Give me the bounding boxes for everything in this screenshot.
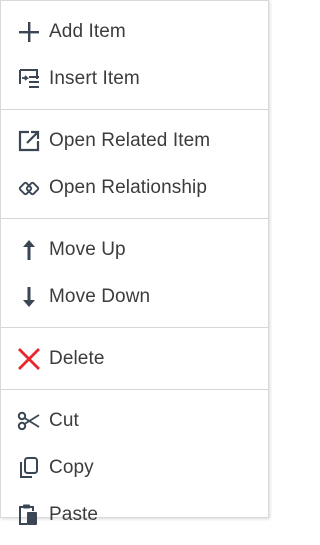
insert-item-label: Insert Item xyxy=(49,67,140,89)
open-relationship-menu-item[interactable]: Open Relationship xyxy=(1,164,268,211)
delete-menu-item[interactable]: Delete xyxy=(1,335,268,382)
add-item-label: Add Item xyxy=(49,20,126,42)
menu-group-delete: Delete xyxy=(1,328,268,390)
move-up-menu-item[interactable]: Move Up xyxy=(1,226,268,273)
open-relationship-label: Open Relationship xyxy=(49,176,208,198)
menu-group-clipboard: Cut Copy Paste xyxy=(1,390,268,545)
move-down-label: Move Down xyxy=(49,285,151,307)
paste-label: Paste xyxy=(49,503,99,525)
insert-item-menu-item[interactable]: Insert Item xyxy=(1,55,268,102)
open-related-item-menu-item[interactable]: Open Related Item xyxy=(1,117,268,164)
copy-icon xyxy=(17,456,41,480)
cut-menu-item[interactable]: Cut xyxy=(1,397,268,444)
arrow-up-icon xyxy=(17,238,41,262)
add-item-menu-item[interactable]: Add Item xyxy=(1,8,268,55)
scissors-icon xyxy=(17,409,41,433)
copy-menu-item[interactable]: Copy xyxy=(1,444,268,491)
paste-menu-item[interactable]: Paste xyxy=(1,491,268,538)
open-external-icon xyxy=(17,129,41,153)
menu-group-move: Move Up Move Down xyxy=(1,219,268,328)
move-up-label: Move Up xyxy=(49,238,126,260)
move-down-menu-item[interactable]: Move Down xyxy=(1,273,268,320)
red-x-icon xyxy=(17,347,41,371)
copy-label: Copy xyxy=(49,456,94,478)
delete-label: Delete xyxy=(49,347,105,369)
context-menu: Add Item Insert Item Open Related Item O… xyxy=(0,0,269,525)
arrow-down-icon xyxy=(17,285,41,309)
link-rings-icon xyxy=(17,176,41,200)
plus-icon xyxy=(17,20,41,44)
menu-group-item-actions: Add Item Insert Item xyxy=(1,1,268,110)
insert-list-icon xyxy=(17,67,41,91)
menu-group-open: Open Related Item Open Relationship xyxy=(1,110,268,219)
cut-label: Cut xyxy=(49,409,79,431)
open-related-item-label: Open Related Item xyxy=(49,129,211,151)
paste-icon xyxy=(17,503,41,527)
